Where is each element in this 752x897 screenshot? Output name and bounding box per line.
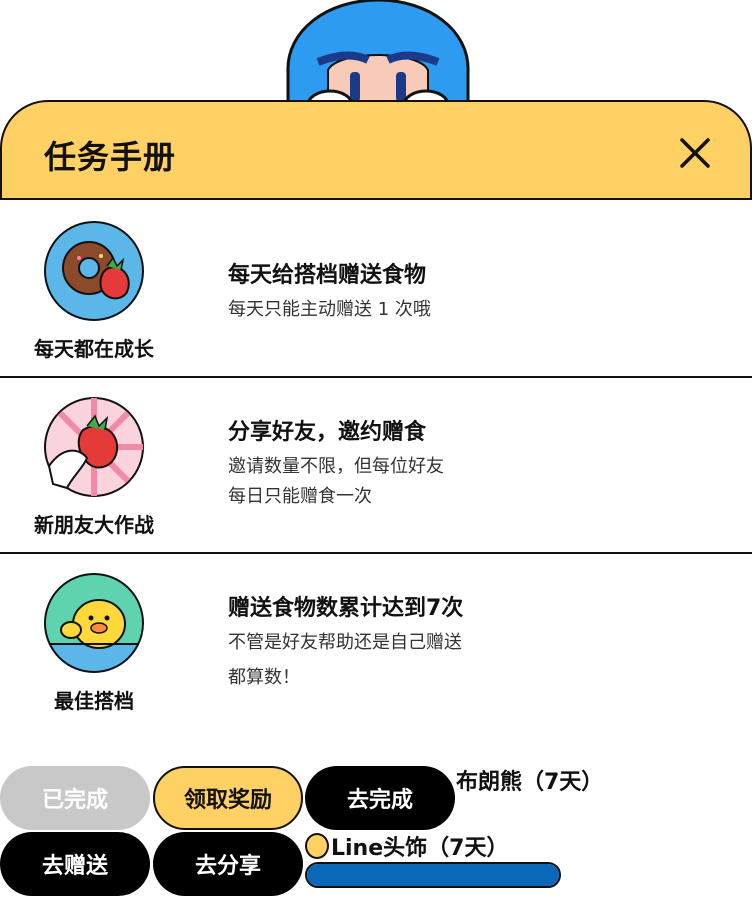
task-caption: 每天都在成长: [34, 337, 154, 361]
task-description: 每天只能主动赠送 1 次哦: [228, 299, 431, 320]
claim-reward-button[interactable]: 领取奖励: [153, 766, 303, 830]
progress-bar-fill: [307, 864, 559, 886]
task-description: 每日只能赠食一次: [228, 486, 372, 507]
task-description: 都算数！: [228, 667, 300, 688]
task-title: 每天给搭档赠送食物: [228, 263, 427, 288]
close-icon[interactable]: [676, 134, 714, 172]
go-share-button[interactable]: 去分享: [153, 832, 303, 896]
progress-dot-icon: [305, 833, 329, 859]
task-item: 每天都在成长 每天给搭档赠送食物 每天只能主动赠送 1 次哦: [0, 200, 752, 378]
donut-icon: [44, 221, 144, 321]
task-description: 邀请数量不限，但每位好友: [228, 456, 444, 477]
task-description: 不管是好友帮助还是自己赠送: [228, 632, 462, 653]
go-gift-button[interactable]: 去赠送: [0, 832, 150, 896]
page-title: 任务手册: [44, 138, 177, 176]
task-item: 新朋友大作战 分享好友，邀约赠食 邀请数量不限，但每位好友 每日只能赠食一次: [0, 376, 752, 554]
task-title: 分享好友，邀约赠食: [228, 420, 427, 445]
task-title: 赠送食物数累计达到7次: [228, 596, 464, 621]
progress-bar: [305, 862, 561, 888]
strawberry-share-icon: [44, 397, 144, 497]
reward-label-line: Line头饰（7天）: [331, 836, 509, 861]
chick-icon: [44, 573, 144, 673]
done-button[interactable]: 已完成: [0, 766, 150, 830]
task-caption: 新朋友大作战: [34, 513, 154, 537]
task-item: 最佳搭档 赠送食物数累计达到7次 不管是好友帮助还是自己赠送 都算数！: [0, 552, 752, 732]
reward-label-brown: 布朗熊（7天）: [456, 770, 604, 795]
go-complete-button[interactable]: 去完成: [305, 766, 455, 830]
task-caption: 最佳搭档: [54, 689, 134, 713]
